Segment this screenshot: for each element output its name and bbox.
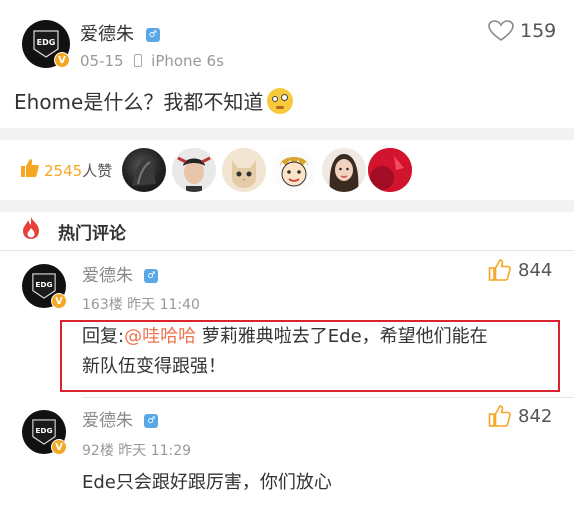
- edg-logo-text: EDG: [35, 280, 52, 289]
- comment-like-button[interactable]: 842: [488, 404, 552, 428]
- post-date: 05-15: [80, 52, 124, 70]
- thumbs-up-icon: [21, 159, 39, 177]
- header-divider: [0, 250, 574, 251]
- liker-avatar[interactable]: [122, 148, 166, 192]
- liker-avatar[interactable]: [368, 148, 412, 192]
- liker-avatar[interactable]: [272, 148, 316, 192]
- phone-icon: [134, 54, 143, 67]
- comment-author-avatar[interactable]: EDG V: [22, 264, 67, 309]
- comment-author-text: 爱德朱: [82, 266, 133, 286]
- comment-author-text: 爱德朱: [82, 411, 133, 431]
- post-text-content: Ehome是什么？我都不知道: [14, 90, 264, 114]
- comment-like-count: 844: [518, 259, 553, 281]
- likes-count-unit: 人赞: [82, 162, 113, 180]
- comment-like-button[interactable]: 844: [488, 258, 552, 282]
- comment-author-avatar[interactable]: EDG V: [22, 410, 67, 455]
- comment-divider: [82, 397, 574, 398]
- verified-badge: V: [54, 52, 70, 68]
- post-device: iPhone 6s: [151, 52, 224, 70]
- author-avatar[interactable]: EDG V: [22, 20, 70, 68]
- edg-logo-text: EDG: [35, 426, 52, 435]
- comment-like-count: 842: [518, 405, 553, 427]
- dark-figure-image: [132, 156, 156, 186]
- comment-text: Ede只会跟好跟厉害，你们放心: [82, 472, 332, 493]
- post-like-count: 159: [520, 20, 557, 42]
- red-abstract-image: [368, 148, 412, 192]
- likes-count-number: 2545: [44, 162, 83, 180]
- post-meta: 05-15 iPhone 6s: [80, 52, 224, 70]
- likes-count[interactable]: 2545人赞: [44, 160, 112, 181]
- comment-floor-time: 92楼 昨天 11:29: [82, 443, 192, 459]
- highlight-annotation-box: [60, 320, 560, 392]
- liker-avatar[interactable]: [172, 148, 216, 192]
- post-author-text: 爱德朱: [80, 24, 134, 45]
- male-icon: ♂: [144, 269, 159, 283]
- cat-photo-image: [222, 148, 266, 192]
- thumbs-up-icon: [488, 259, 511, 281]
- hot-comments-title: 热门评论: [58, 224, 126, 244]
- confused-emoji-icon: [267, 87, 294, 114]
- person-photo-image: [172, 148, 216, 192]
- flame-icon: [23, 217, 39, 239]
- post-card: EDG V 爱德朱 ♂ 05-15 iPhone 6s 159 Ehome是什么…: [0, 0, 574, 128]
- male-icon: ♂: [144, 414, 159, 428]
- male-icon: ♂: [145, 28, 160, 42]
- heart-icon: [488, 20, 514, 41]
- section-separator: [0, 128, 574, 140]
- thumbs-up-icon: [488, 405, 511, 427]
- edg-logo-text: EDG: [37, 38, 56, 47]
- comment-author-name[interactable]: 爱德朱 ♂: [82, 406, 159, 431]
- comment-floor-time: 163楼 昨天 11:40: [82, 297, 200, 313]
- cartoon-avatar-image: [272, 148, 316, 192]
- post-author-name[interactable]: 爱德朱 ♂: [80, 20, 160, 46]
- comment-author-name[interactable]: 爱德朱 ♂: [82, 261, 159, 286]
- section-separator: [0, 200, 574, 212]
- verified-badge: V: [51, 293, 67, 309]
- post-like-button[interactable]: 159: [488, 20, 556, 42]
- verified-badge: V: [51, 439, 67, 455]
- liker-avatar[interactable]: [222, 148, 266, 192]
- woman-photo-image: [322, 148, 366, 192]
- liker-avatar[interactable]: [322, 148, 366, 192]
- post-text: Ehome是什么？我都不知道: [14, 86, 294, 115]
